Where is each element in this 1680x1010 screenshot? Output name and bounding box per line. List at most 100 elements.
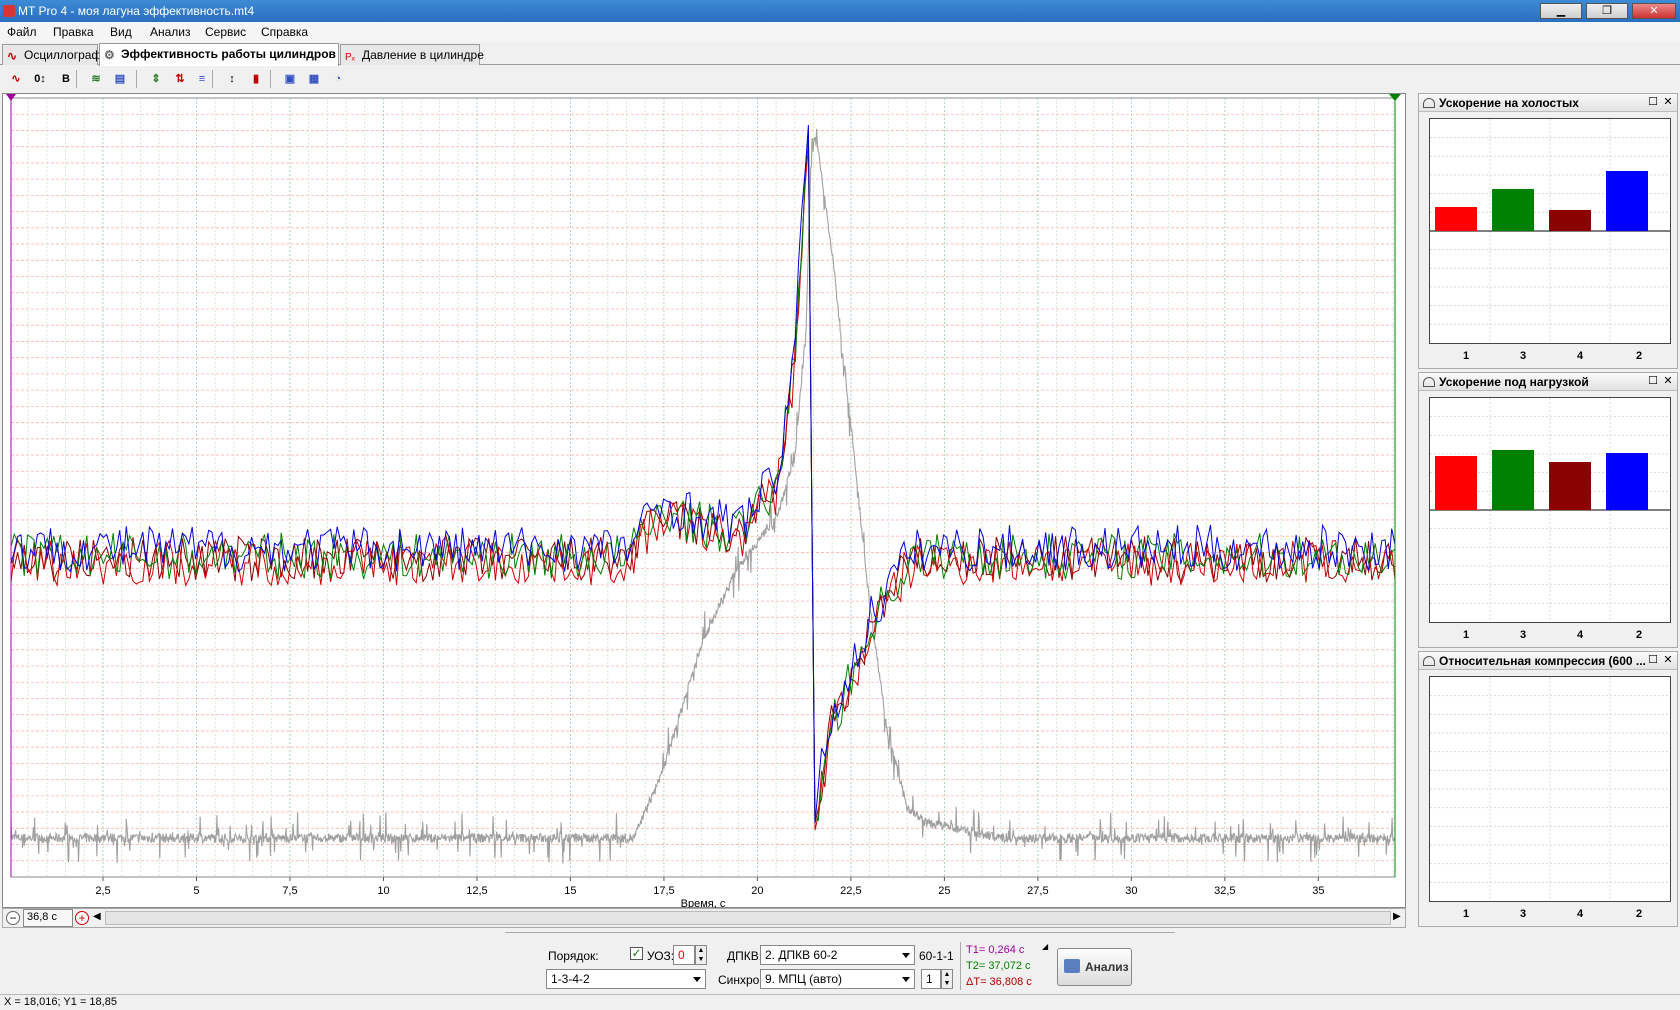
bar-chart-svg (1430, 677, 1670, 901)
bar-label: 2 (1635, 908, 1643, 920)
menu-file[interactable]: Файл (7, 25, 37, 39)
bar-cyl-3 (1492, 189, 1534, 231)
bar-label: 3 (1519, 629, 1527, 641)
order-select-value: 1-3-4-2 (551, 972, 590, 986)
x-tick-label: 27,5 (1027, 885, 1048, 897)
sync-label: Синхро: (718, 973, 763, 987)
panel-header: Ускорение на холостых (1419, 94, 1677, 112)
window-title: MT Pro 4 - моя лагуна эффективность.mt4 (18, 4, 255, 18)
bar-label: 2 (1635, 629, 1643, 641)
bar-label: 2 (1635, 350, 1643, 362)
x-tick-label: 15 (564, 885, 576, 897)
bar-cyl-3 (1492, 450, 1534, 510)
panel-title: Относительная компрессия (600 ... (1439, 654, 1646, 668)
scroll-left-icon[interactable]: ◀ (93, 911, 103, 925)
scroll-right-icon[interactable]: ▶ (1393, 911, 1403, 925)
maximize-icon[interactable]: ☐ (1647, 375, 1659, 387)
x-tick-label: 32,5 (1214, 885, 1235, 897)
tab-cylinder-efficiency[interactable]: ⚙ Эффективность работы цилиндров (99, 43, 339, 66)
sine-wave-icon[interactable]: ∿ (6, 69, 26, 89)
arrows-sort-icon[interactable]: ⇅ (170, 69, 190, 89)
close-icon[interactable]: ✕ (1662, 96, 1674, 108)
menu-analysis[interactable]: Анализ (150, 25, 191, 39)
chart-scrollbar[interactable]: − 36,8 с + ◀ ▶ (2, 908, 1406, 928)
stack-icon[interactable]: ≡ (192, 69, 212, 89)
menu-help[interactable]: Справка (261, 25, 308, 39)
zero-offset-icon[interactable]: 0↕ (30, 69, 50, 89)
bar-label: 4 (1576, 629, 1584, 641)
dpkv-select[interactable]: 2. ДПКВ 60-2 (760, 945, 915, 965)
bar-label: 1 (1462, 629, 1470, 641)
display-icon[interactable]: ▤ (110, 69, 130, 89)
minimize-button[interactable]: ▁ (1540, 3, 1582, 19)
x-tick-label: 5 (193, 885, 199, 897)
menu-service[interactable]: Сервис (205, 25, 246, 39)
menu-bar: Файл Правка Вид Анализ Сервис Справка (0, 22, 1680, 42)
maximize-icon[interactable]: ☐ (1647, 654, 1659, 666)
settings-icon[interactable]: ◔ (328, 69, 348, 89)
uoz-spinner-icon[interactable]: ▲ ▼ (695, 945, 707, 965)
panel-1: Ускорение на холостых ☐ ✕ 1 3 4 2 (1418, 93, 1678, 369)
toolbar-separator (136, 70, 137, 88)
bold-b-icon[interactable]: B (56, 69, 76, 89)
bar-chart-svg (1430, 398, 1670, 622)
uoz-checkbox[interactable]: ✓ (630, 947, 643, 960)
zoom-out-icon[interactable]: − (6, 911, 20, 925)
tab-cylinder-pressure-label: Давление в цилиндре (362, 48, 484, 62)
bar-label: 4 (1576, 350, 1584, 362)
dpkv-extra-label: 60-1-1 (919, 949, 954, 963)
arrows-vertical-icon[interactable]: ⇕ (146, 69, 166, 89)
scroll-track[interactable] (105, 911, 1391, 925)
gauge-icon (1423, 98, 1435, 108)
close-icon[interactable]: ✕ (1662, 375, 1674, 387)
splitter[interactable] (505, 932, 1175, 936)
tab-strip: ∿ Осциллограф ⚙ Эффективность работы цилин… (0, 43, 1680, 66)
table-icon[interactable]: ▦ (304, 69, 324, 89)
oscillogram-chart[interactable]: 2,5 5 7,5 10 12,5 15 17,5 20 22,5 25 27,5 30 32,5 35 В… (2, 93, 1406, 910)
oscillograph-icon: ∿ (7, 49, 18, 63)
sync-select[interactable]: 9. МПЦ (авто) (760, 969, 915, 989)
uoz-input[interactable]: 0 (673, 945, 695, 965)
chevron-down-icon (902, 977, 910, 982)
t2-readout: T2= 37,072 с (966, 960, 1031, 972)
multi-wave-icon[interactable]: ≋ (86, 69, 106, 89)
menu-view[interactable]: Вид (110, 25, 132, 39)
restore-button[interactable]: ❐ (1586, 3, 1628, 19)
tab-oscillograph[interactable]: ∿ Осциллограф (2, 44, 101, 65)
bar-cyl-1 (1435, 207, 1477, 231)
x-tick-label: 30 (1125, 885, 1137, 897)
panel-2: Ускорение под нагрузкой ☐ ✕ 1 3 4 2 (1418, 372, 1678, 648)
x-tick-label: 22,5 (840, 885, 861, 897)
sync-spinner-icon[interactable]: ▲ ▼ (941, 969, 953, 989)
x-tick-label: 7,5 (282, 885, 297, 897)
toolbar: ∿ 0↕ B ≋ ▤ ⇕ ⇅ ≡ ↕ ▮ ▣ ▦ ◔ (0, 66, 1680, 92)
x-tick-label: 25 (938, 885, 950, 897)
divider (960, 942, 961, 990)
panel-header: Ускорение под нагрузкой (1419, 373, 1677, 391)
tab-cylinder-pressure[interactable]: Pₓ Давление в цилиндре (340, 44, 484, 65)
bar-label: 3 (1519, 350, 1527, 362)
title-bar: MT Pro 4 - моя лагуна эффективность.mt4 … (0, 0, 1680, 22)
x-tick-label: 2,5 (95, 885, 110, 897)
zoom-in-icon[interactable]: + (75, 911, 89, 925)
bar-chart (1429, 676, 1671, 902)
bar-chart (1429, 118, 1671, 344)
bar-label: 1 (1462, 350, 1470, 362)
order-select[interactable]: 1-3-4-2 (546, 969, 706, 989)
bar-cyl-2 (1606, 453, 1648, 510)
analyze-button[interactable]: Анализ (1057, 948, 1132, 986)
panel-header: Относительная компрессия (600 ... (1419, 652, 1677, 670)
copy-icon[interactable]: ▣ (280, 69, 300, 89)
bar-cyl-4 (1549, 462, 1591, 510)
menu-edit[interactable]: Правка (53, 25, 94, 39)
bar-label: 3 (1519, 908, 1527, 920)
bar-label: 1 (1462, 908, 1470, 920)
close-icon[interactable]: ✕ (1662, 654, 1674, 666)
expand-corner-icon[interactable]: ◢ (1042, 942, 1048, 951)
close-button[interactable]: ✕ (1632, 3, 1676, 19)
maximize-icon[interactable]: ☐ (1647, 96, 1659, 108)
x-tick-label: 17,5 (653, 885, 674, 897)
bar-chart-icon[interactable]: ▮ (246, 69, 266, 89)
sync-number-input[interactable]: 1 (921, 969, 941, 989)
sort-numeric-icon[interactable]: ↕ (222, 69, 242, 89)
